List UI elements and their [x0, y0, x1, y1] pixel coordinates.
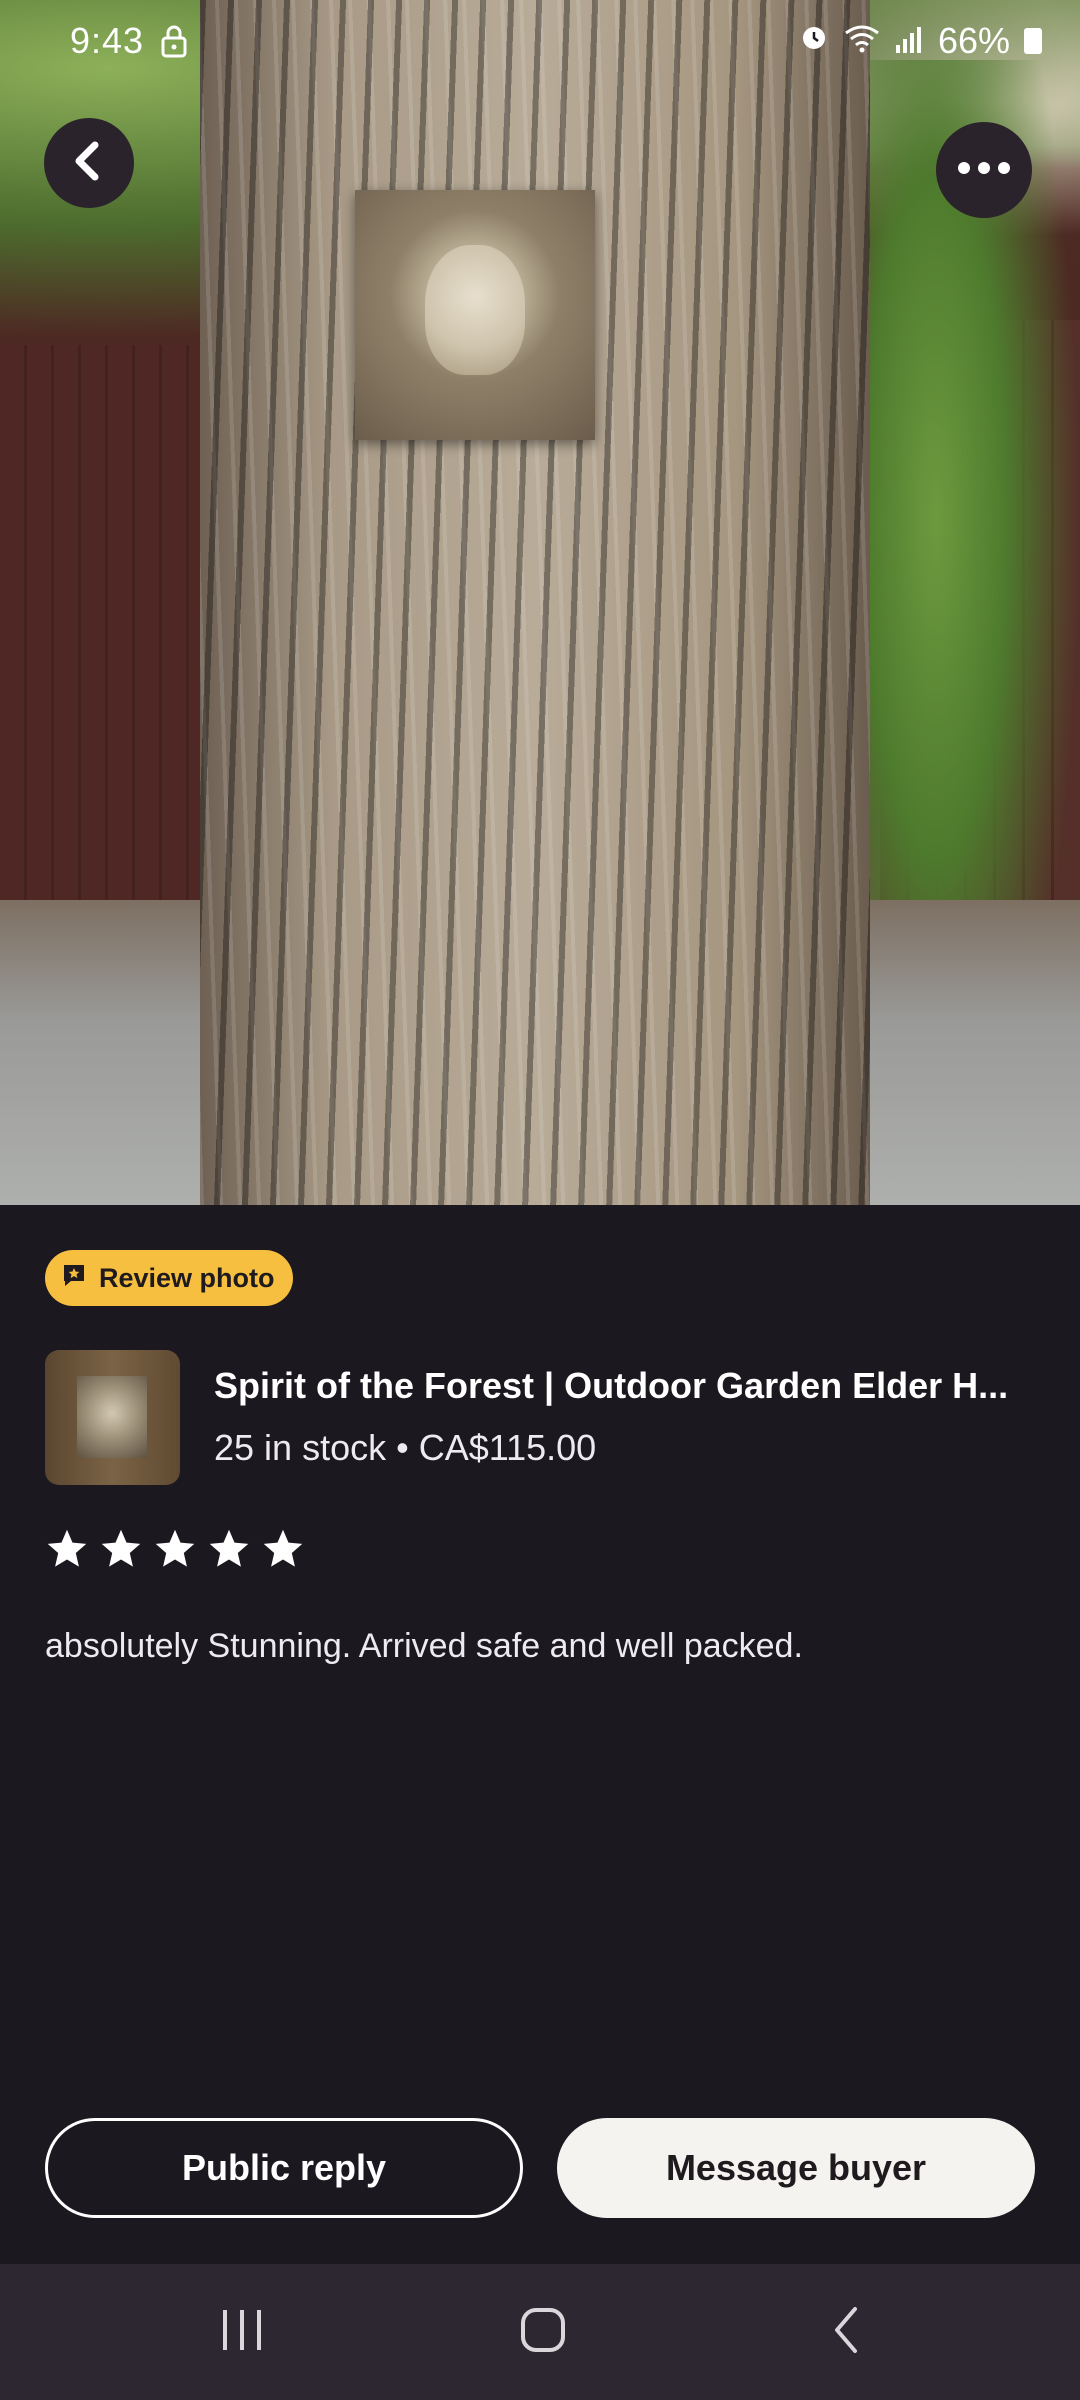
review-photo-badge: Review photo [45, 1250, 293, 1306]
recents-icon [219, 2308, 265, 2357]
product-title[interactable]: Spirit of the Forest | Outdoor Garden El… [214, 1365, 1044, 1407]
more-dots-icon [956, 160, 1012, 181]
wifi-icon [844, 20, 880, 62]
star-icon [45, 1527, 89, 1576]
star-icon [261, 1527, 305, 1576]
review-badge-label: Review photo [99, 1262, 275, 1293]
photo-plaque [355, 190, 595, 440]
message-buyer-button[interactable]: Message buyer [557, 2118, 1035, 2218]
review-star-icon [61, 1262, 87, 1295]
rating-stars [45, 1527, 305, 1576]
product-thumbnail-plaque [77, 1376, 147, 1458]
nav-home-button[interactable] [473, 2264, 613, 2400]
nav-back-button[interactable] [776, 2264, 916, 2400]
status-icons: 66% [798, 20, 1042, 62]
battery-icon [1024, 28, 1042, 54]
back-arrow-icon [69, 139, 109, 188]
system-nav-bar [0, 2264, 1080, 2400]
review-text: absolutely Stunning. Arrived safe and we… [45, 1627, 803, 1665]
review-photo[interactable] [0, 0, 1080, 1205]
back-icon [829, 2305, 863, 2360]
status-time: 9:43 [70, 20, 145, 61]
product-stock-price: 25 in stock • CA$115.00 [214, 1427, 597, 1468]
status-bar: 9:43 66% [0, 0, 1080, 90]
photo-plaque-face [425, 245, 525, 375]
battery-percent: 66% [937, 20, 1010, 61]
public-reply-button[interactable]: Public reply [45, 2118, 523, 2218]
signal-icon [894, 20, 924, 62]
product-thumbnail[interactable] [45, 1350, 180, 1485]
nav-recents-button[interactable] [172, 2264, 312, 2400]
more-options-button[interactable] [936, 122, 1032, 218]
star-icon [207, 1527, 251, 1576]
home-icon [519, 2306, 567, 2359]
lock-icon [160, 24, 188, 67]
photo-fence-left [0, 345, 230, 905]
alarm-icon [798, 20, 830, 62]
photo-tree-trunk [200, 0, 870, 1205]
star-icon [153, 1527, 197, 1576]
star-icon [99, 1527, 143, 1576]
back-button[interactable] [44, 118, 134, 208]
